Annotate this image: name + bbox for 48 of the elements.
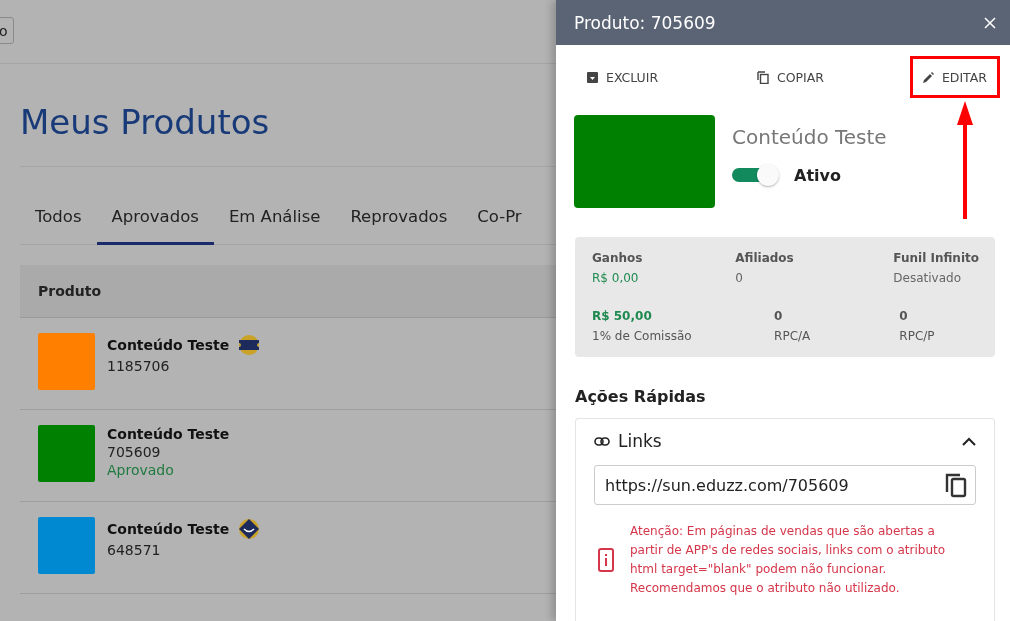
tab[interactable]: Todos xyxy=(20,203,97,245)
stat-label: Funil Infinito xyxy=(893,251,979,265)
tab[interactable]: Co-Pr xyxy=(462,203,537,245)
column-heading: Produto xyxy=(38,283,102,299)
stat-label: 1% de Comissão xyxy=(592,329,693,343)
stat-value: R$ 50,00 xyxy=(592,309,653,323)
info-icon xyxy=(598,548,614,572)
stat-label: RPC/P xyxy=(899,329,936,343)
drawer-title: Produto: 705609 xyxy=(574,12,716,33)
stat-label: Afiliados xyxy=(735,251,795,265)
product-code: 648571 xyxy=(107,542,162,558)
link-icon xyxy=(594,436,610,446)
trash-icon xyxy=(587,71,598,83)
section-title: Ações Rápidas xyxy=(575,387,707,406)
copy-icon xyxy=(757,70,769,84)
active-toggle[interactable] xyxy=(732,163,780,187)
toggle-label: Ativo xyxy=(794,165,841,185)
delete-button[interactable]: EXCLUIR xyxy=(574,56,672,98)
tab[interactable]: Reprovados xyxy=(335,203,463,245)
product-name: Conteúdo Teste xyxy=(107,521,230,537)
copy-button[interactable]: COPIAR xyxy=(744,56,838,98)
tab[interactable]: Em Análise xyxy=(213,203,336,245)
stat-value: 0 xyxy=(774,309,784,323)
chevron-up-icon xyxy=(962,436,976,446)
stat-value: Desativado xyxy=(893,271,963,285)
links-header[interactable]: Links xyxy=(594,431,976,451)
product-name: Conteúdo Teste xyxy=(732,125,887,149)
pencil-icon xyxy=(922,71,934,83)
copy-icon[interactable] xyxy=(945,472,967,498)
product-status: Aprovado xyxy=(107,462,175,478)
stat-label: RPC/A xyxy=(774,329,812,343)
close-button[interactable] xyxy=(984,16,996,29)
close-icon xyxy=(984,16,996,29)
product-code: 705609 xyxy=(107,444,162,460)
diamond-badge-icon xyxy=(238,518,261,540)
stat-label: Ganhos xyxy=(592,251,644,265)
tab[interactable]: Aprovados xyxy=(96,203,214,245)
edit-button[interactable]: EDITAR xyxy=(909,56,1000,98)
top-button[interactable]: o xyxy=(0,17,14,44)
url-field[interactable]: https://sun.eduzz.com/705609 xyxy=(594,465,976,505)
product-code: 1185706 xyxy=(107,358,171,374)
stat-value: 0 xyxy=(735,271,744,285)
stat-value: R$ 0,00 xyxy=(592,271,640,285)
stat-value: 0 xyxy=(899,309,909,323)
product-name: Conteúdo Teste xyxy=(107,426,230,442)
warning-text: Atenção: Em páginas de vendas que são abertas a partir de APP's de redes sociais, links com o atributo html target="blank" podem não funcionar. Recomendamos que o atributo não utilizado. xyxy=(630,523,947,597)
ticket-badge-icon xyxy=(238,334,261,356)
product-name: Conteúdo Teste xyxy=(107,337,230,353)
